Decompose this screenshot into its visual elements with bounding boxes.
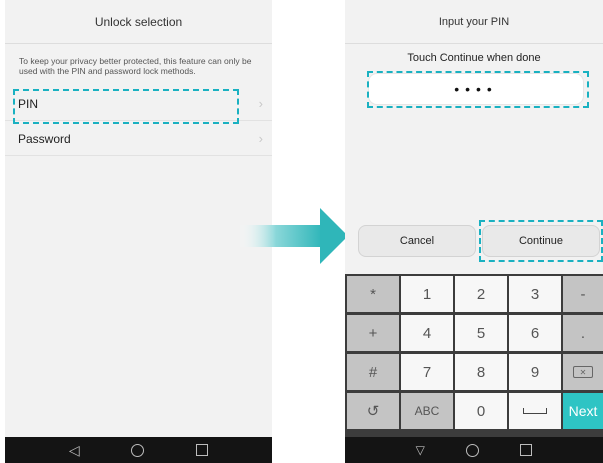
continue-hint: Touch Continue when done [407,52,541,64]
numeric-keypad: * 1 2 3 - + 4 5 6 . # 7 8 9 ✕ ↺ ABC 0 Ne… [345,274,603,437]
key-plus[interactable]: + [347,315,399,351]
backspace-icon: ✕ [573,366,593,378]
key-asterisk[interactable]: * [347,276,399,312]
back-icon[interactable]: ▽ [416,443,425,457]
navigation-bar: ▽ [345,437,603,463]
key-4[interactable]: 4 [401,315,453,351]
transition-arrow-icon [238,208,348,264]
home-icon[interactable] [466,443,480,457]
key-minus[interactable]: - [563,276,603,312]
unlock-selection-screen: Unlock selection To keep your privacy be… [5,0,272,463]
recents-icon[interactable] [196,444,209,456]
key-6[interactable]: 6 [509,315,561,351]
space-icon [523,408,547,414]
privacy-description: To keep your privacy better protected, t… [19,56,252,76]
next-key[interactable]: Next [563,393,603,429]
key-8[interactable]: 8 [455,354,507,390]
handwriting-key[interactable]: ↺ [347,393,399,429]
back-icon[interactable]: ◁ [69,443,80,457]
key-0[interactable]: 0 [455,393,507,429]
cancel-button[interactable]: Cancel [358,225,476,257]
key-abc[interactable]: ABC [401,393,453,429]
navigation-bar: ◁ [5,437,272,463]
screen-title: Unlock selection [5,0,272,44]
key-3[interactable]: 3 [509,276,561,312]
key-9[interactable]: 9 [509,354,561,390]
key-2[interactable]: 2 [455,276,507,312]
password-option-label: Password [18,131,71,146]
pin-input[interactable]: •••• [369,74,583,104]
pin-option-label: PIN [18,96,39,111]
continue-button[interactable]: Continue [482,225,600,257]
home-icon[interactable] [131,443,145,457]
key-period[interactable]: . [563,315,603,351]
pin-option[interactable]: PIN › [5,87,272,121]
key-1[interactable]: 1 [401,276,453,312]
screen-title: Input your PIN [345,0,603,44]
key-7[interactable]: 7 [401,354,453,390]
key-hash[interactable]: # [347,354,399,390]
password-option[interactable]: Password › [5,122,272,156]
recents-icon[interactable] [520,444,533,456]
chevron-right-icon: › [258,96,263,111]
input-pin-screen: Input your PIN Touch Continue when done … [345,0,603,463]
handwriting-icon: ↺ [366,403,380,420]
space-key[interactable] [509,393,561,429]
backspace-key[interactable]: ✕ [563,354,603,390]
key-5[interactable]: 5 [455,315,507,351]
chevron-right-icon: › [258,131,263,146]
